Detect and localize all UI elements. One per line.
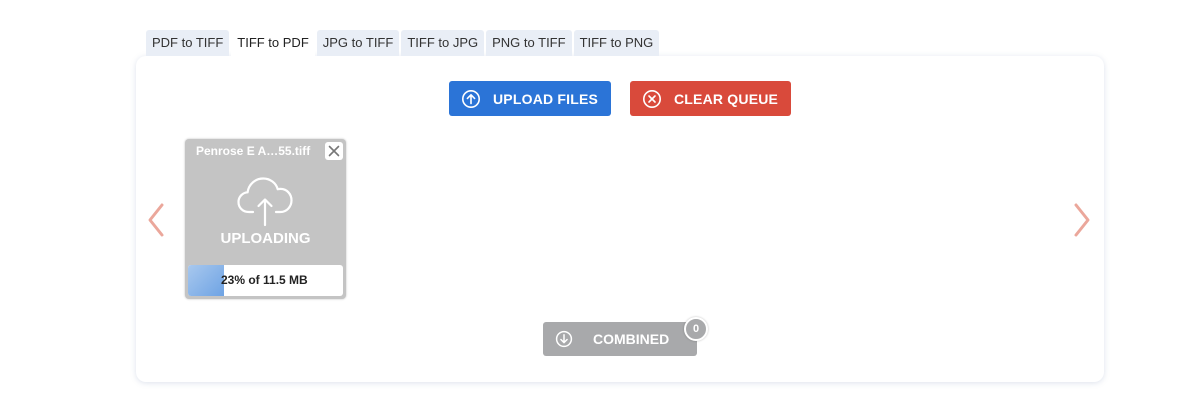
tab-tiff-to-pdf[interactable]: TIFF to PDF <box>231 30 315 56</box>
upload-progress-bar: 23% of 11.5 MB <box>188 265 343 296</box>
upload-files-label: UPLOAD FILES <box>493 90 599 107</box>
tab-tiff-to-png[interactable]: TIFF to PNG <box>573 30 660 56</box>
upload-circle-icon <box>461 89 481 109</box>
converter-tabs: PDF to TIFF TIFF to PDF JPG to TIFF TIFF… <box>146 30 660 56</box>
download-circle-icon <box>555 330 573 348</box>
next-arrow-icon[interactable] <box>1070 202 1094 238</box>
upload-files-button[interactable]: UPLOAD FILES <box>449 81 611 116</box>
tab-pdf-to-tiff[interactable]: PDF to TIFF <box>146 30 230 56</box>
file-name: Penrose E A…55.tiff <box>196 144 311 158</box>
tab-tiff-to-jpg[interactable]: TIFF to JPG <box>401 30 485 56</box>
upload-progress-fill <box>188 265 224 296</box>
remove-file-button[interactable] <box>325 142 343 160</box>
close-icon <box>328 145 340 157</box>
previous-arrow-icon[interactable] <box>144 202 168 238</box>
cloud-upload-icon <box>235 175 295 227</box>
converter-panel: UPLOAD FILES CLEAR QUEUE Penrose E A…55.… <box>136 56 1104 382</box>
combined-download-button[interactable]: COMBINED <box>543 322 697 356</box>
tab-jpg-to-tiff[interactable]: JPG to TIFF <box>316 30 400 56</box>
file-card: Penrose E A…55.tiff UPLOADING 23% of 11.… <box>185 139 346 299</box>
combined-label: COMBINED <box>593 331 670 347</box>
upload-status: UPLOADING <box>220 230 311 247</box>
tab-png-to-tiff[interactable]: PNG to TIFF <box>486 30 572 56</box>
close-circle-icon <box>642 89 662 109</box>
combined-count-badge: 0 <box>684 317 708 341</box>
upload-progress-text: 23% of 11.5 MB <box>221 273 308 287</box>
clear-queue-button[interactable]: CLEAR QUEUE <box>630 81 791 116</box>
clear-queue-label: CLEAR QUEUE <box>674 90 779 107</box>
